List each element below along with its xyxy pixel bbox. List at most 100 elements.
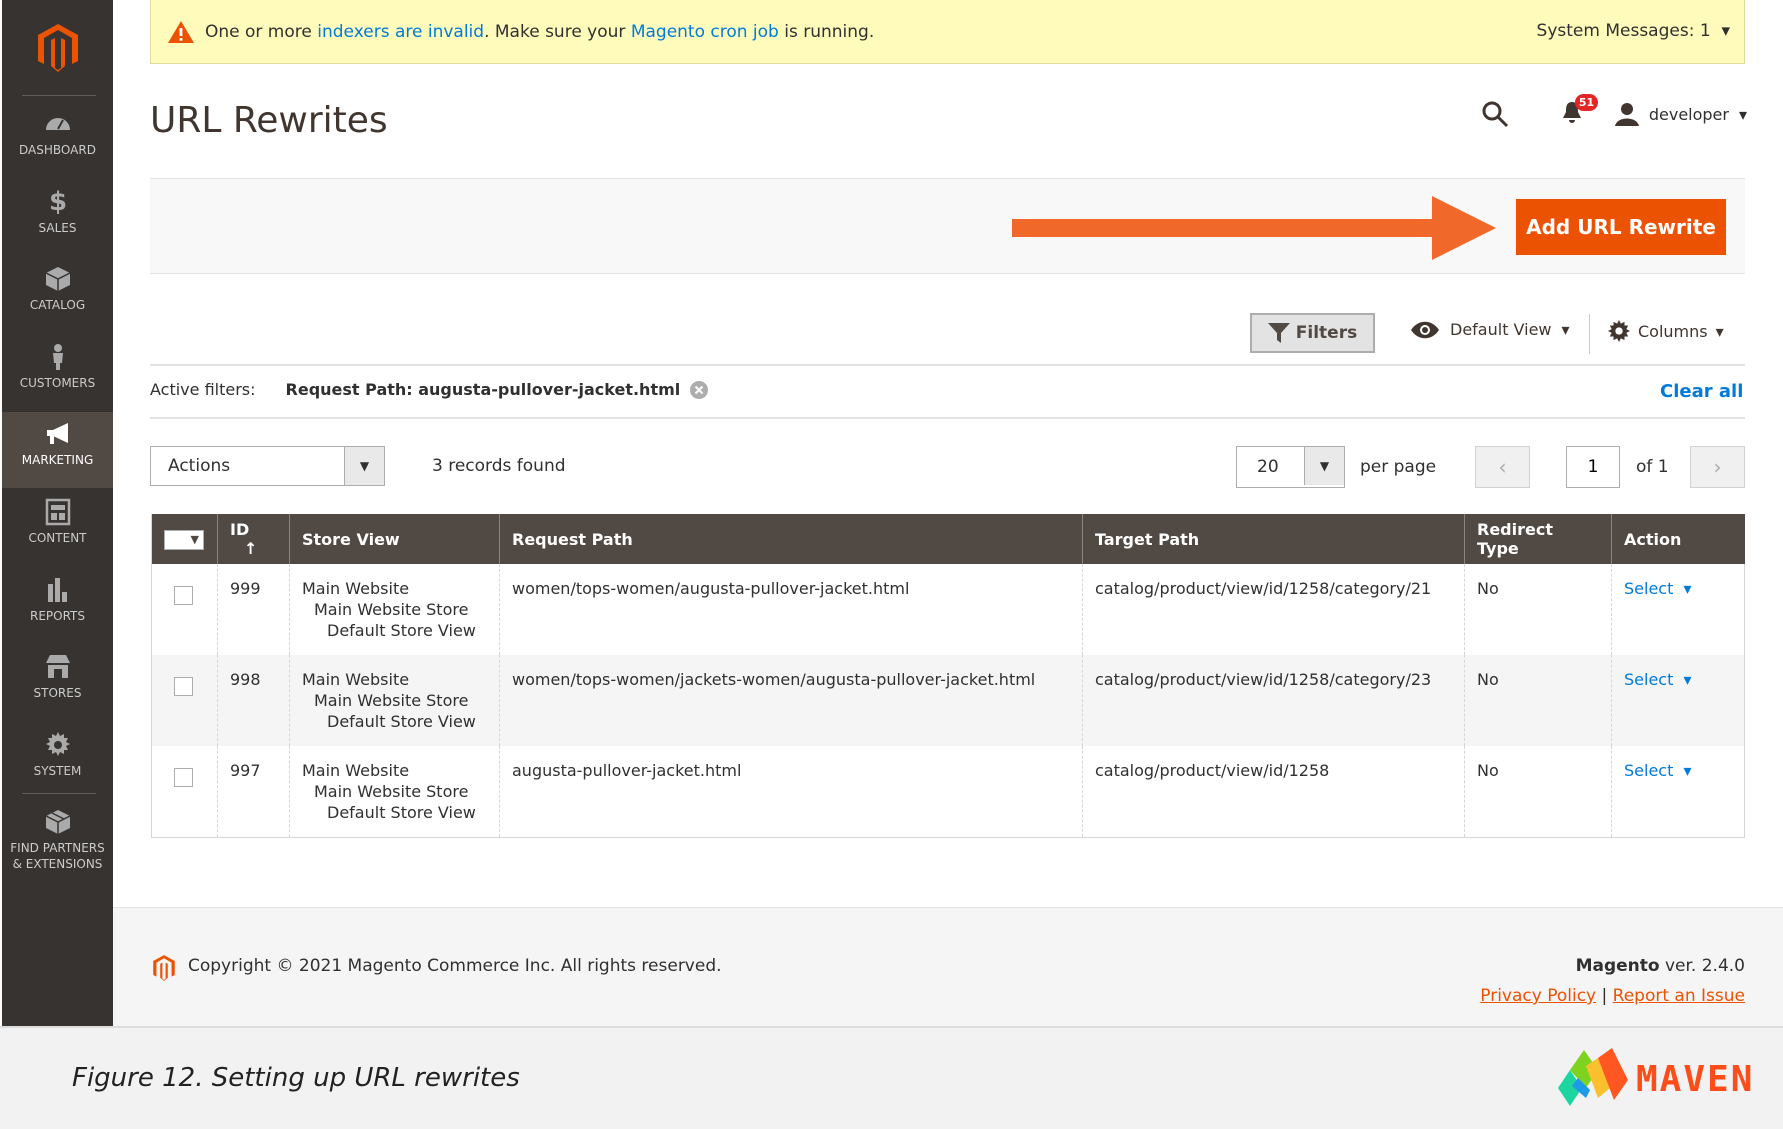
sidebar-item-label: REPORTS [29, 608, 85, 623]
filters-button[interactable]: Filters [1250, 313, 1375, 353]
dollar-icon: $ [48, 188, 66, 216]
actions-label: Actions [168, 456, 231, 476]
row-select-cell [151, 564, 218, 655]
per-page-value: 20 [1257, 457, 1279, 477]
mass-select-header[interactable]: ▼ [151, 514, 218, 564]
row-checkbox[interactable] [174, 586, 193, 605]
divider [150, 417, 1745, 419]
cell-id: 998 [217, 655, 290, 746]
cell-action: Select ▾ [1611, 564, 1745, 655]
filter-icon [1267, 323, 1290, 343]
store-group: Main Website Store [314, 600, 469, 619]
sidebar-item-label: STORES [33, 686, 82, 701]
indexers-link[interactable]: indexers are invalid [317, 22, 484, 42]
sidebar-item-find-partners[interactable]: FIND PARTNERS & EXTENSIONS [2, 800, 113, 876]
previous-page-button[interactable]: ‹ [1475, 446, 1530, 488]
user-menu[interactable]: developer ▾ [1614, 102, 1747, 126]
active-filter-value: Request Path: augusta-pullover-jacket.ht… [285, 380, 681, 399]
select-label: Select [1624, 579, 1674, 598]
clear-all-link[interactable]: Clear all [1660, 381, 1743, 402]
search-icon[interactable] [1481, 100, 1509, 128]
cube-icon [45, 810, 70, 835]
store-icon [45, 655, 70, 679]
eye-icon [1411, 321, 1439, 338]
sidebar-item-dashboard[interactable]: DASHBOARD [2, 102, 113, 178]
store-website: Main Website [302, 761, 410, 780]
next-page-button[interactable]: › [1690, 446, 1745, 488]
banner-text-2: . Make sure your [484, 21, 631, 42]
maven-wordmark: MAVEN [1636, 1058, 1755, 1100]
chevron-down-icon: ▼ [1304, 447, 1344, 485]
cell-action: Select ▾ [1611, 655, 1745, 746]
row-checkbox[interactable] [174, 677, 193, 696]
magento-footer-logo [153, 955, 175, 981]
cron-job-link[interactable]: Magento cron job [631, 22, 779, 42]
warning-icon [168, 20, 194, 43]
cell-id: 997 [217, 746, 290, 838]
notifications-button[interactable]: 51 [1561, 94, 1599, 128]
column-header-target-path[interactable]: Target Path [1082, 514, 1465, 564]
header-tools: 51 developer ▾ [1481, 94, 1747, 128]
chevron-left-icon: ‹ [1498, 455, 1507, 479]
layout-icon [45, 498, 70, 526]
cell-request-path: augusta-pullover-jacket.html [499, 746, 1083, 838]
divider [1589, 314, 1590, 354]
row-select-cell [151, 746, 218, 838]
sidebar-item-sales[interactable]: $ SALES [2, 180, 113, 256]
cell-store-view: Main Website Main Website Store Default St… [289, 746, 500, 838]
column-header-store-view[interactable]: Store View [289, 514, 500, 564]
page-number-input[interactable] [1566, 446, 1620, 488]
table-row: 999 Main Website Main Website Store Default… [151, 564, 1745, 655]
notification-count: 51 [1574, 94, 1599, 111]
row-action-select[interactable]: Select ▾ [1624, 670, 1692, 689]
magento-logo[interactable] [32, 22, 84, 74]
sidebar-item-customers[interactable]: CUSTOMERS [2, 335, 113, 411]
figure-caption: Figure 12. Setting up URL rewrites [72, 1063, 520, 1093]
cell-request-path: women/tops-women/augusta-pullover-jacket… [499, 564, 1083, 655]
store-group: Main Website Store [314, 782, 469, 801]
system-messages-label: System Messages: 1 [1536, 21, 1711, 41]
cell-target-path: catalog/product/view/id/1258/category/23 [1082, 655, 1465, 746]
sidebar-item-label: MARKETING [21, 453, 94, 468]
sidebar-item-stores[interactable]: STORES [2, 645, 113, 721]
sidebar-item-label: CONTENT [28, 531, 87, 545]
divider [150, 364, 1745, 366]
sidebar-item-marketing[interactable]: MARKETING [2, 412, 113, 489]
row-checkbox[interactable] [174, 768, 193, 787]
version: Magento ver. 2.4.0 [1576, 956, 1745, 976]
sidebar-item-reports[interactable]: REPORTS [2, 568, 113, 644]
per-page-select[interactable]: 20 ▼ [1236, 446, 1345, 488]
user-name: developer [1648, 104, 1729, 124]
sort-arrow-icon: ↑ [244, 539, 258, 558]
sidebar-item-label: FIND PARTNERS [10, 841, 105, 856]
privacy-policy-link[interactable]: Privacy Policy [1480, 986, 1596, 1006]
default-view-dropdown[interactable]: Default View ▾ [1410, 320, 1570, 339]
row-action-select[interactable]: Select ▾ [1624, 579, 1692, 598]
sidebar-item-system[interactable]: SYSTEM [2, 723, 113, 799]
row-select-cell [151, 655, 218, 746]
cell-id: 999 [217, 564, 290, 655]
sidebar-item-content[interactable]: CONTENT [2, 490, 113, 566]
table-row: 997 Main Website Main Website Store Default… [151, 746, 1745, 838]
add-url-rewrite-button[interactable]: Add URL Rewrite [1516, 199, 1726, 255]
actions-select[interactable]: Actions ▼ [150, 446, 385, 486]
sidebar-item-catalog[interactable]: CATALOG [2, 257, 113, 333]
columns-dropdown[interactable]: Columns ▾ [1608, 320, 1724, 342]
mass-select-dropdown[interactable]: ▼ [164, 530, 204, 550]
page-total: of 1 [1636, 457, 1669, 477]
store-view: Default Store View [327, 621, 476, 640]
column-header-id[interactable]: ID ↑ [217, 514, 290, 564]
brand: Magento [1575, 956, 1660, 976]
row-action-select[interactable]: Select ▾ [1624, 761, 1692, 780]
column-header-redirect-type[interactable]: Redirect Type [1464, 514, 1612, 564]
store-view: Default Store View [327, 803, 476, 822]
table-row: 998 Main Website Main Website Store Default… [151, 655, 1745, 746]
report-issue-link[interactable]: Report an Issue [1613, 986, 1745, 1006]
remove-filter-icon[interactable] [690, 380, 709, 399]
footer-links: Privacy Policy | Report an Issue [1480, 986, 1745, 1006]
records-count: 3 records found [432, 456, 566, 476]
system-messages-toggle[interactable]: System Messages: 1 ▾ [1537, 21, 1730, 41]
per-page-label: per page [1360, 457, 1437, 477]
column-header-request-path[interactable]: Request Path [499, 514, 1083, 564]
url-rewrites-grid: ▼ ID ↑ Store View Request Path Target Pa… [151, 514, 1745, 838]
